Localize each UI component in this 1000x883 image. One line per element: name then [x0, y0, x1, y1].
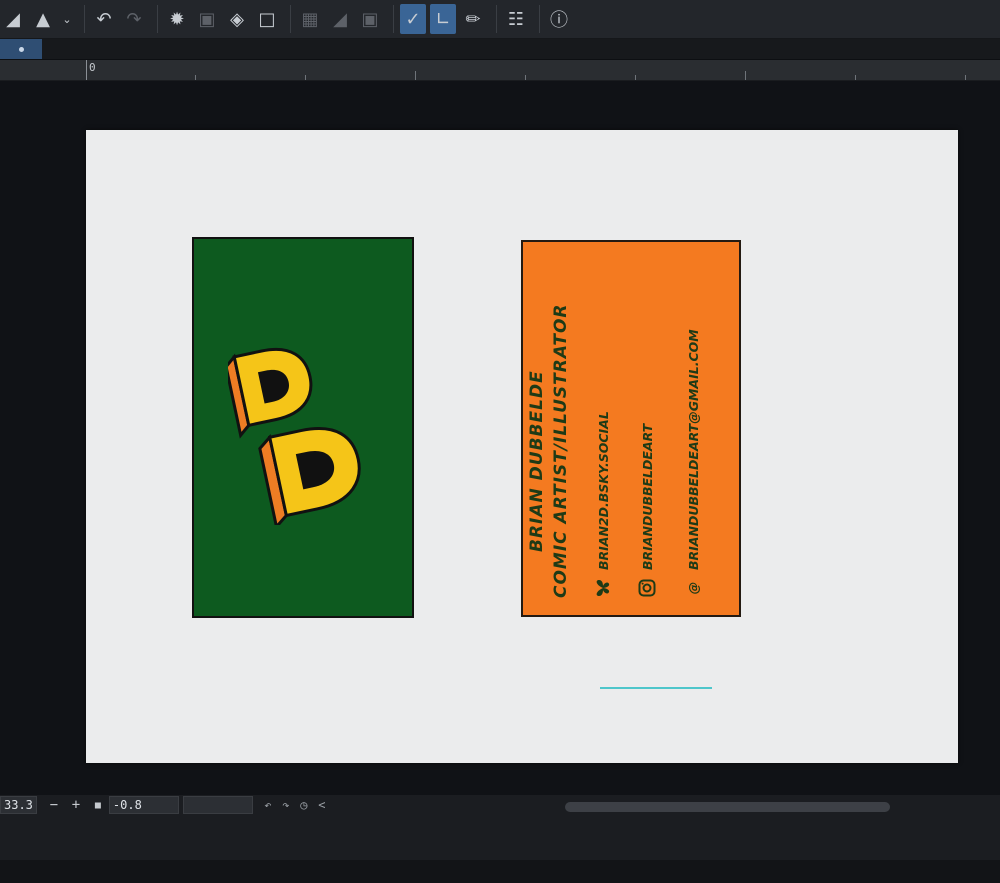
at-sign-icon: @	[685, 581, 701, 595]
fill-icon[interactable]: ◈	[224, 4, 250, 34]
loading-icon[interactable]: ✹	[164, 4, 190, 34]
butterfly-icon	[593, 578, 613, 598]
ruler-tick	[855, 75, 856, 80]
zoom-field[interactable]: 33.3	[0, 796, 37, 814]
rotation-angle-field[interactable]: -0.8	[108, 796, 179, 814]
email-row: @ BRIANDUBBELDEART@GMAIL.COM	[683, 329, 703, 598]
ruler-tick	[525, 75, 526, 80]
bottom-panel	[0, 860, 1000, 883]
rotate-right-icon[interactable]: ↷	[277, 798, 295, 812]
guide-line[interactable]	[600, 687, 712, 689]
toolbar-divider	[290, 5, 291, 33]
card-back-text-block: BRIAN DUBBELDE COMIC ARTIST/ILLUSTRATOR …	[521, 238, 741, 618]
email-address: BRIANDUBBELDEART@GMAIL.COM	[685, 329, 701, 570]
document-tab-bar	[0, 39, 1000, 59]
bluesky-row: BRIAN2D.BSKY.SOCIAL	[593, 411, 613, 598]
zoom-in-button[interactable]: +	[65, 797, 87, 813]
ruler-origin-label: 0	[86, 60, 96, 80]
ruler-tick	[415, 71, 416, 80]
toolbar-divider	[84, 5, 85, 33]
instagram-row: BRIANDUBBELDEART	[637, 424, 657, 598]
ruler-tick	[635, 75, 636, 80]
dd-logo-icon	[228, 347, 361, 525]
layout-icon[interactable]: ☷	[503, 4, 529, 34]
save-icon[interactable]: ▲	[30, 4, 56, 34]
pen-icon[interactable]: ✏	[460, 4, 486, 34]
modified-dot-icon	[18, 46, 24, 52]
redo-icon[interactable]: ↷	[121, 4, 147, 34]
ruler-tick	[965, 75, 966, 80]
vector-line-icon[interactable]: ∟	[430, 4, 456, 34]
toolbar-divider	[393, 5, 394, 33]
ruler-tick	[745, 71, 746, 80]
grid-icon[interactable]: ▦	[297, 4, 323, 34]
instagram-handle: BRIANDUBBELDEART	[639, 423, 655, 570]
toolbar-divider	[496, 5, 497, 33]
correction-line-icon[interactable]: ✓	[400, 4, 426, 34]
zoom-out-button[interactable]: −	[43, 797, 65, 813]
instagram-icon	[637, 578, 657, 598]
help-icon[interactable]: ⓘ	[546, 4, 572, 34]
fit-view-icon[interactable]: ■	[87, 800, 109, 811]
collapse-icon[interactable]: <	[313, 798, 331, 812]
fill-tool-icon[interactable]: ◢	[0, 4, 26, 34]
ruler-tick	[305, 75, 306, 80]
horizontal-ruler[interactable]: 0	[0, 60, 1000, 81]
transform-icon[interactable]: □	[254, 4, 280, 34]
ruler-tick	[195, 75, 196, 80]
horizontal-scrollbar[interactable]	[565, 802, 890, 812]
reset-rotation-icon[interactable]: ◷	[295, 798, 313, 812]
artist-name: BRIAN DUBBELDE	[527, 370, 547, 552]
toolbar-divider	[157, 5, 158, 33]
rotate-left-icon[interactable]: ↶	[259, 798, 277, 812]
toolbar-divider	[539, 5, 540, 33]
frame-icon[interactable]: ▣	[357, 4, 383, 34]
artist-title: COMIC ARTIST/ILLUSTRATOR	[551, 303, 571, 598]
undo-icon[interactable]: ↶	[91, 4, 117, 34]
rotation-slider[interactable]	[182, 796, 253, 814]
select-icon[interactable]: ▣	[194, 4, 220, 34]
bluesky-handle: BRIAN2D.BSKY.SOCIAL	[595, 411, 611, 570]
dropdown-icon[interactable]: ⌄	[60, 4, 74, 34]
main-toolbar: ◢ ▲ ⌄ ↶ ↷ ✹ ▣ ◈ □ ▦ ◢ ▣ ✓ ∟ ✏ ☷ ⓘ	[0, 0, 1000, 39]
gradient-icon[interactable]: ◢	[327, 4, 353, 34]
document-tab[interactable]	[0, 39, 42, 59]
